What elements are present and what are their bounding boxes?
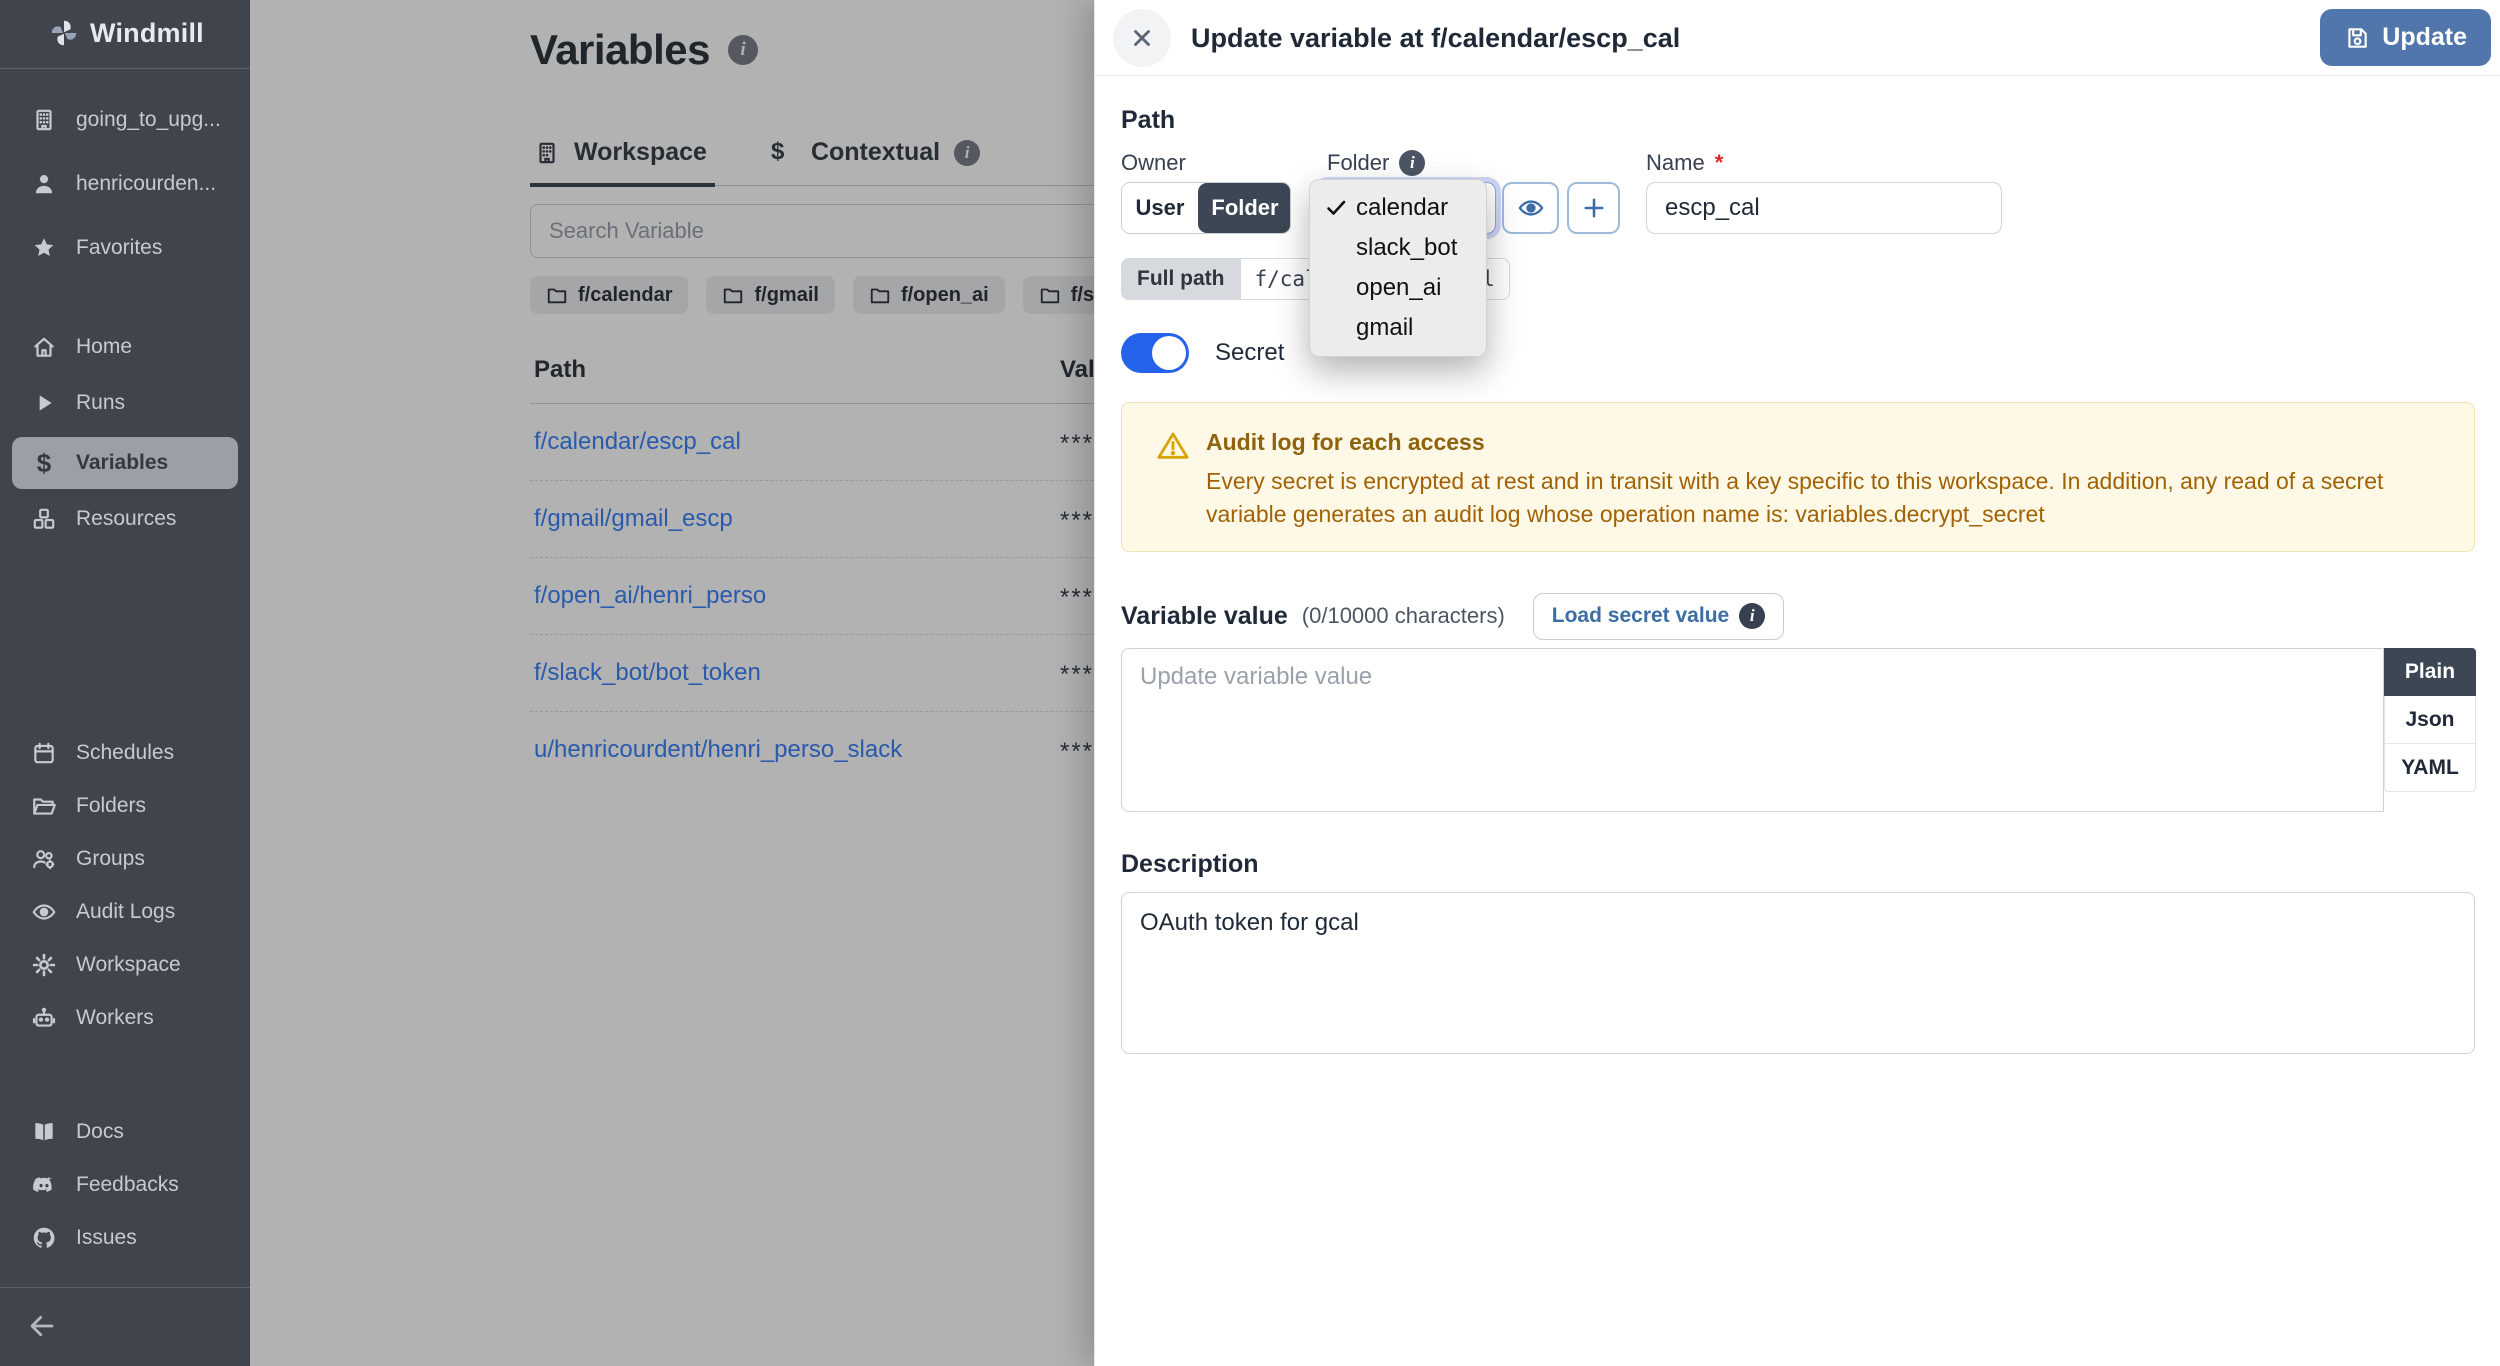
format-tabs: Plain Json YAML — [2384, 648, 2476, 792]
collapse-sidebar-button[interactable] — [16, 1302, 68, 1350]
plus-icon — [1580, 194, 1608, 222]
sidebar-item-resources[interactable]: Resources — [0, 497, 250, 541]
sidebar-divider — [0, 68, 250, 69]
sidebar-divider — [0, 1287, 250, 1288]
user-icon — [30, 170, 58, 198]
discord-icon — [30, 1171, 58, 1199]
folder-label: Folder i — [1327, 150, 1425, 176]
sidebar-item-audit-logs[interactable]: Audit Logs — [0, 890, 250, 934]
boxes-icon — [30, 505, 58, 533]
windmill-logo-icon — [50, 19, 78, 47]
close-icon — [1129, 25, 1155, 51]
sidebar: Windmill going_to_upg... henricourden...… — [0, 0, 250, 1366]
sidebar-item-folders[interactable]: Folders — [0, 784, 250, 828]
sidebar-item-workspace[interactable]: Workspace — [0, 943, 250, 987]
character-counter: (0/10000 characters) — [1302, 603, 1505, 629]
sidebar-item-runs[interactable]: Runs — [0, 381, 250, 425]
sidebar-item-feedbacks[interactable]: Feedbacks — [0, 1163, 250, 1207]
gear-icon — [30, 951, 58, 979]
info-icon: i — [1739, 603, 1765, 629]
sidebar-item-schedules[interactable]: Schedules — [0, 731, 250, 775]
folder-dropdown-menu: calendar slack_bot open_ai gmail — [1309, 179, 1487, 357]
name-input[interactable] — [1646, 182, 2002, 234]
secret-label: Secret — [1215, 339, 1284, 367]
building-icon — [30, 106, 58, 134]
eye-icon — [30, 898, 58, 926]
dropdown-option-calendar[interactable]: calendar — [1310, 188, 1486, 228]
play-icon — [30, 389, 58, 417]
sidebar-item-issues[interactable]: Issues — [0, 1216, 250, 1260]
format-tab-yaml[interactable]: YAML — [2384, 744, 2476, 792]
eye-icon — [1517, 194, 1545, 222]
workspace-name: going_to_upg... — [76, 108, 221, 132]
variable-value-heading: Variable value — [1121, 602, 1288, 631]
description-textarea[interactable]: OAuth token for gcal — [1121, 892, 2475, 1054]
name-label: Name * — [1646, 150, 1723, 176]
robot-icon — [30, 1004, 58, 1032]
dropdown-option-open-ai[interactable]: open_ai — [1310, 268, 1486, 308]
format-tab-json[interactable]: Json — [2384, 696, 2476, 744]
format-tab-plain[interactable]: Plain — [2384, 648, 2476, 696]
dollar-icon: $ — [30, 449, 58, 477]
arrow-left-icon — [27, 1311, 57, 1341]
home-icon — [30, 333, 58, 361]
drawer-title: Update variable at f/calendar/escp_cal — [1191, 0, 1680, 76]
owner-folder-option[interactable]: Folder — [1198, 183, 1291, 233]
calendar-icon — [30, 739, 58, 767]
update-variable-drawer: Update variable at f/calendar/escp_cal U… — [1094, 0, 2500, 1366]
secret-toggle[interactable] — [1121, 333, 1189, 373]
owner-user-option[interactable]: User — [1122, 183, 1198, 233]
update-button[interactable]: Update — [2320, 9, 2491, 66]
owner-toggle: User Folder — [1121, 182, 1291, 234]
check-icon — [1324, 196, 1348, 220]
load-secret-value-button[interactable]: Load secret value i — [1533, 593, 1784, 640]
sidebar-item-docs[interactable]: Docs — [0, 1110, 250, 1154]
user-name: henricourden... — [76, 172, 216, 196]
app-logo[interactable]: Windmill — [0, 10, 250, 56]
owner-label: Owner — [1121, 150, 1186, 176]
variable-value-textarea[interactable] — [1121, 648, 2384, 812]
audit-log-warning: Audit log for each access Every secret i… — [1121, 402, 2475, 552]
info-icon[interactable]: i — [1399, 150, 1425, 176]
path-section-heading: Path — [1121, 106, 1175, 135]
book-icon — [30, 1118, 58, 1146]
close-drawer-button[interactable] — [1113, 9, 1171, 67]
users-icon — [30, 845, 58, 873]
dropdown-option-slack-bot[interactable]: slack_bot — [1310, 228, 1486, 268]
warning-icon — [1156, 429, 1190, 463]
user-menu[interactable]: henricourden... — [0, 162, 250, 206]
warning-title: Audit log for each access — [1206, 429, 1485, 456]
add-folder-button[interactable] — [1567, 182, 1620, 234]
star-icon — [30, 234, 58, 262]
github-icon — [30, 1224, 58, 1252]
sidebar-item-home[interactable]: Home — [0, 325, 250, 369]
warning-body: Every secret is encrypted at rest and in… — [1206, 465, 2446, 531]
full-path-label: Full path — [1121, 258, 1241, 300]
description-heading: Description — [1121, 850, 1259, 879]
sidebar-item-favorites[interactable]: Favorites — [0, 226, 250, 270]
app-name: Windmill — [90, 18, 204, 49]
save-icon — [2344, 25, 2370, 51]
dropdown-option-gmail[interactable]: gmail — [1310, 308, 1486, 348]
sidebar-item-workers[interactable]: Workers — [0, 996, 250, 1040]
workspace-selector[interactable]: going_to_upg... — [0, 98, 250, 142]
drawer-header: Update variable at f/calendar/escp_cal U… — [1095, 0, 2500, 76]
view-folder-button[interactable] — [1502, 182, 1559, 234]
folder-open-icon — [30, 792, 58, 820]
sidebar-item-variables[interactable]: $ Variables — [12, 437, 238, 489]
sidebar-item-groups[interactable]: Groups — [0, 837, 250, 881]
